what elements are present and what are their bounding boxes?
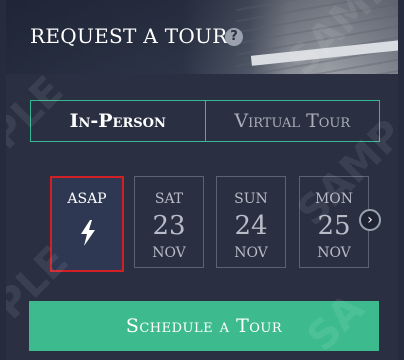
month-label: NOV — [152, 245, 186, 261]
day-of-week: MON — [314, 191, 354, 207]
day-of-week: SUN — [234, 191, 268, 207]
tab-virtual-tour[interactable]: Virtual Tour — [206, 101, 380, 141]
day-number: 25 — [317, 211, 351, 241]
header-photo: REQUEST A TOUR ? — [6, 0, 398, 74]
tour-type-tabs: In-Person Virtual Tour — [30, 100, 380, 142]
page-title: REQUEST A TOUR — [30, 24, 228, 48]
lightning-bolt-icon — [81, 220, 95, 246]
schedule-tour-button[interactable]: Schedule a Tour — [29, 301, 379, 351]
tab-in-person[interactable]: In-Person — [31, 101, 206, 141]
day-number: 24 — [234, 211, 268, 241]
day-number: 23 — [152, 211, 186, 241]
chevron-right-icon[interactable]: › — [359, 209, 381, 231]
date-option-sun[interactable]: SUN 24 NOV — [216, 176, 286, 268]
help-icon[interactable]: ? — [225, 28, 243, 46]
date-option-asap[interactable]: ASAP — [50, 176, 124, 272]
month-label: NOV — [317, 245, 351, 261]
asap-label: ASAP — [67, 191, 107, 207]
tour-request-panel: REQUEST A TOUR ? In-Person Virtual Tour … — [6, 0, 398, 360]
date-option-sat[interactable]: SAT 23 NOV — [134, 176, 204, 268]
month-label: NOV — [234, 245, 268, 261]
day-of-week: SAT — [154, 191, 184, 207]
